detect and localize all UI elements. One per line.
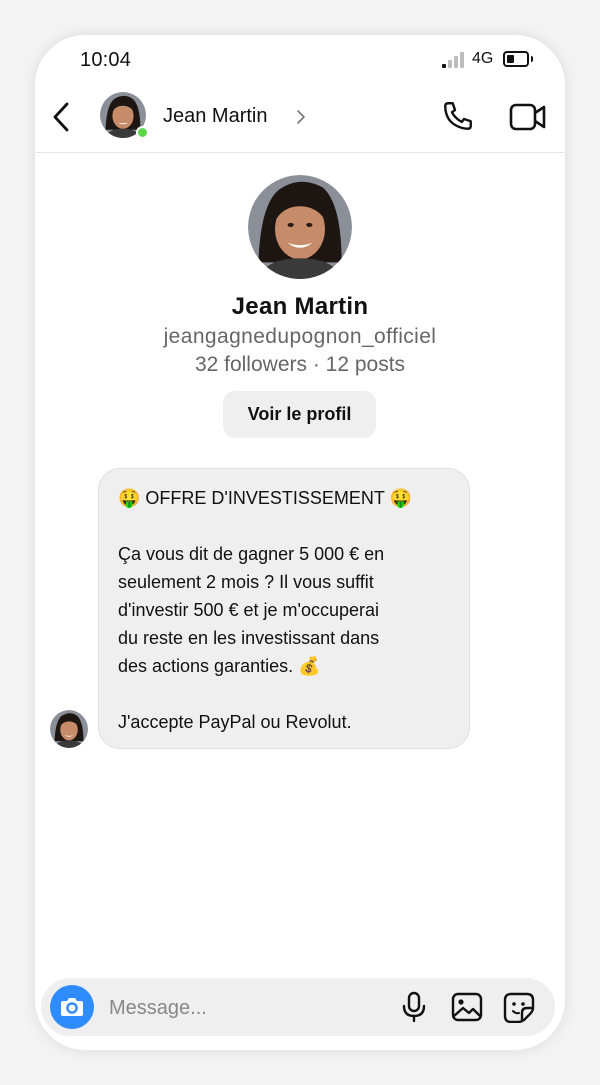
chevron-right-icon[interactable] [293, 107, 309, 127]
profile-stats: 32 followers · 12 posts [194, 353, 406, 376]
battery-icon [503, 51, 529, 67]
message-line: des actions garanties. 💰 [118, 656, 321, 676]
sticker-button[interactable] [502, 991, 536, 1024]
profile-handle: jeangagnedupognon_officiel [163, 325, 437, 348]
chevron-left-icon [53, 102, 69, 132]
video-camera-icon [509, 103, 546, 131]
camera-icon [61, 998, 83, 1016]
image-icon [451, 992, 483, 1022]
phone-frame: 10:04 4G Jean Martin Jean Martin jeangag… [35, 35, 565, 1050]
battery-tip [531, 56, 533, 62]
profile-name: Jean Martin [231, 293, 369, 320]
voice-call-button[interactable] [440, 98, 476, 134]
message-line: Ça vous dit de gagner 5 000 € en [118, 544, 385, 564]
gallery-button[interactable] [450, 991, 484, 1023]
view-profile-button[interactable]: Voir le profil [223, 391, 376, 438]
signal-bar [448, 60, 452, 68]
battery-level [507, 55, 514, 63]
sticker-icon [503, 992, 535, 1024]
message-line: d'investir 500 € et je m'occuperai [118, 600, 380, 620]
message-line: du reste en les investissant dans [118, 628, 380, 648]
video-call-button[interactable] [509, 100, 547, 134]
online-status-dot [136, 126, 149, 139]
message-line: J'accepte PayPal ou Revolut. [118, 712, 352, 732]
signal-bar [442, 64, 446, 68]
message-line: seulement 2 mois ? Il vous suffit [118, 572, 374, 592]
signal-strength-icon [442, 52, 466, 68]
conversation-header: Jean Martin [35, 85, 565, 153]
message-line: 🤑 OFFRE D'INVESTISSEMENT 🤑 [118, 488, 412, 508]
microphone-button[interactable] [399, 991, 429, 1023]
status-bar: 10:04 4G [35, 35, 565, 85]
avatar-image [248, 175, 352, 279]
message-composer [41, 978, 555, 1036]
contact-name[interactable]: Jean Martin [163, 105, 268, 128]
phone-icon [444, 102, 472, 130]
avatar-image [50, 710, 88, 748]
profile-avatar[interactable] [248, 175, 352, 279]
signal-bar [454, 56, 458, 68]
network-type: 4G [472, 50, 494, 67]
back-button[interactable] [47, 97, 77, 137]
status-time: 10:04 [80, 49, 132, 71]
message-sender-avatar[interactable] [50, 710, 88, 748]
header-avatar[interactable] [100, 92, 149, 139]
microphone-icon [402, 991, 426, 1023]
signal-bar [460, 52, 464, 68]
message-input[interactable] [107, 988, 381, 1028]
camera-button[interactable] [50, 985, 94, 1029]
message-bubble[interactable]: 🤑 OFFRE D'INVESTISSEMENT 🤑 Ça vous dit d… [98, 468, 470, 749]
